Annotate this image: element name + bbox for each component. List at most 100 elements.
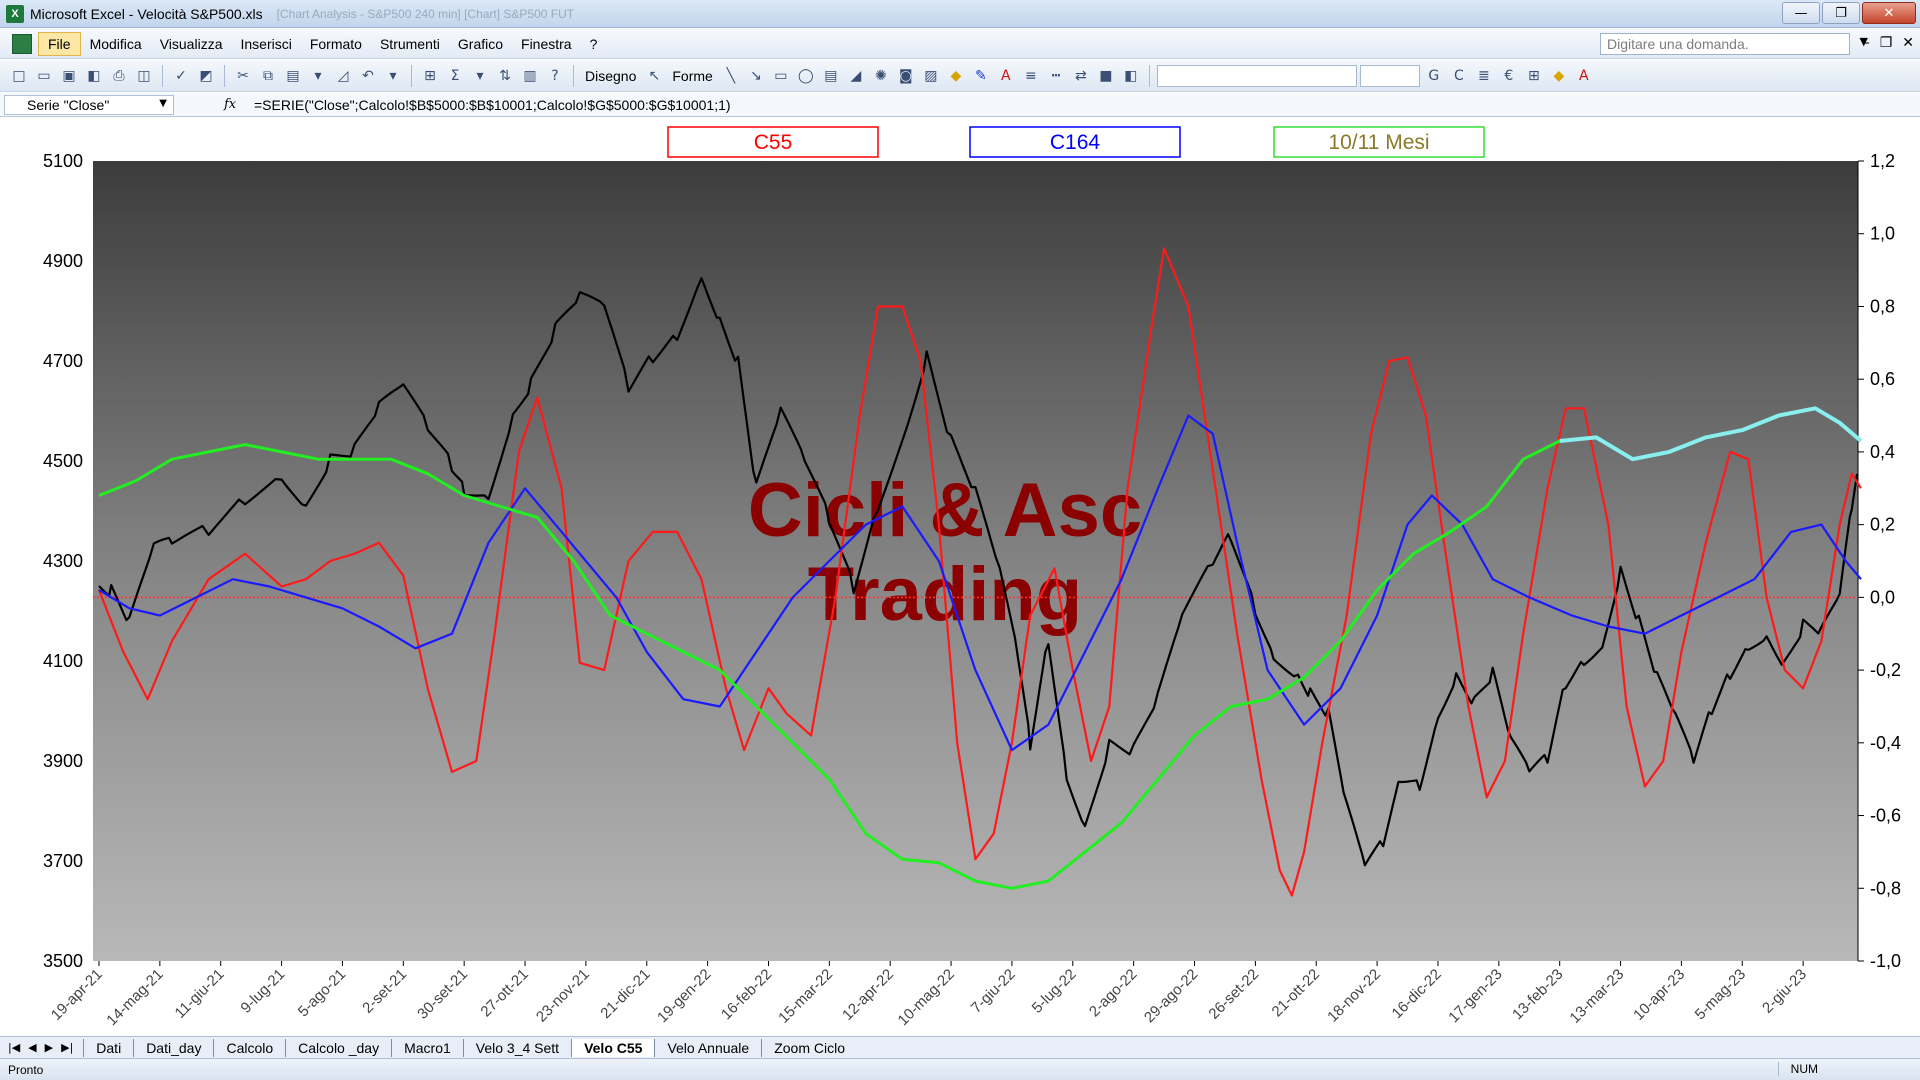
align-icon[interactable]: ≣: [1473, 65, 1495, 87]
paste-icon[interactable]: ▤: [282, 65, 304, 87]
print-icon[interactable]: ⎙: [108, 65, 130, 87]
font-name-combo[interactable]: [1156, 64, 1357, 87]
menu-visualizza[interactable]: Visualizza: [151, 33, 232, 55]
tab-next-button[interactable]: ▶: [45, 1041, 53, 1054]
x-tick-label: 15-mar-22: [775, 966, 836, 1027]
drawing-menu[interactable]: Disegno: [581, 68, 640, 84]
menu-file[interactable]: File: [38, 31, 81, 56]
tab-dati-day[interactable]: Dati_day: [133, 1038, 214, 1057]
clipart-icon[interactable]: ◙: [895, 65, 917, 87]
line-icon[interactable]: ╲: [720, 65, 742, 87]
status-text: Pronto: [8, 1062, 44, 1077]
menu-formato[interactable]: Formato: [301, 33, 371, 55]
doc-restore-button[interactable]: ❐: [1880, 35, 1893, 51]
tab-velo-c55[interactable]: Velo C55: [571, 1038, 655, 1057]
x-tick-label: 5-mag-23: [1692, 966, 1749, 1023]
y-left-tick-label: 3700: [43, 851, 83, 871]
tab-first-button[interactable]: |◀: [8, 1041, 20, 1054]
tab-last-button[interactable]: ▶|: [61, 1041, 73, 1054]
help-icon[interactable]: ?: [544, 65, 566, 87]
undo-dropdown-icon[interactable]: ▾: [382, 65, 404, 87]
insert-hyperlink-icon[interactable]: ⊞: [419, 65, 441, 87]
line-color-icon[interactable]: ✎: [970, 65, 992, 87]
y-left-tick-label: 4300: [43, 551, 83, 571]
oval-icon[interactable]: ◯: [795, 65, 817, 87]
undo-icon[interactable]: ↶: [357, 65, 379, 87]
menu-grafico[interactable]: Grafico: [449, 33, 512, 55]
y-left-tick-label: 4100: [43, 651, 83, 671]
line-style-icon[interactable]: ≡: [1020, 65, 1042, 87]
x-tick-label: 2-set-21: [359, 966, 410, 1017]
wordart-icon[interactable]: ◢: [845, 65, 867, 87]
y-right-tick-label: 0,4: [1870, 442, 1895, 462]
italic-icon[interactable]: C: [1448, 65, 1470, 87]
chart-svg[interactable]: 5100 4900 4700 4500 4300 4100 3900 3700 3500 1,2…: [0, 118, 1920, 1036]
tab-macro1[interactable]: Macro1: [391, 1038, 463, 1057]
window-ghost-text: [Chart Analysis - S&P500 240 min] [Chart…: [276, 6, 575, 21]
tab-prev-button[interactable]: ◀: [28, 1041, 36, 1054]
name-box-dropdown-icon[interactable]: ▼: [159, 98, 167, 109]
save-icon[interactable]: ▣: [58, 65, 80, 87]
fill-color-icon[interactable]: ◆: [945, 65, 967, 87]
format-painter-icon[interactable]: ◿: [332, 65, 354, 87]
diagram-icon[interactable]: ✺: [870, 65, 892, 87]
tab-velo-annuale[interactable]: Velo Annuale: [654, 1038, 762, 1057]
workbook-icon[interactable]: [12, 33, 32, 54]
chart-wizard-icon[interactable]: ▥: [519, 65, 541, 87]
paste-dropdown-icon[interactable]: ▾: [307, 65, 329, 87]
menu-inserisci[interactable]: Inserisci: [231, 33, 300, 55]
bold-icon[interactable]: G: [1423, 65, 1445, 87]
x-tick-label: 14-mag-21: [103, 966, 166, 1029]
minimize-button[interactable]: —: [1782, 2, 1820, 24]
arrow-icon[interactable]: ↘: [745, 65, 767, 87]
research-icon[interactable]: ◩: [195, 65, 217, 87]
font-color-2-icon[interactable]: A: [1573, 65, 1595, 87]
menu-finestra[interactable]: Finestra: [512, 33, 581, 55]
name-box[interactable]: Serie "Close" ▼: [4, 94, 174, 115]
x-tick-label: 7-giu-22: [968, 966, 1019, 1017]
borders-icon[interactable]: ⊞: [1523, 65, 1545, 87]
cut-icon[interactable]: ✂: [232, 65, 254, 87]
tab-velo-3-4-sett[interactable]: Velo 3_4 Sett: [462, 1038, 572, 1057]
open-icon[interactable]: ▭: [33, 65, 55, 87]
currency-icon[interactable]: €: [1498, 65, 1520, 87]
dash-style-icon[interactable]: ┅: [1045, 65, 1067, 87]
autoshapes-menu[interactable]: Forme: [668, 68, 716, 84]
chart-area[interactable]: 5100 4900 4700 4500 4300 4100 3900 3700 3500 1,2…: [0, 118, 1920, 1036]
menu-help[interactable]: ?: [581, 33, 607, 55]
autosum-dropdown-icon[interactable]: ▾: [469, 65, 491, 87]
picture-icon[interactable]: ▨: [920, 65, 942, 87]
select-objects-icon[interactable]: ↖: [643, 65, 665, 87]
doc-minimize-button[interactable]: –: [1863, 35, 1870, 51]
highlight-icon[interactable]: ◆: [1548, 65, 1570, 87]
3d-icon[interactable]: ◧: [1120, 65, 1142, 87]
sort-icon[interactable]: ⇅: [494, 65, 516, 87]
y-right-tick-label: 0,6: [1870, 369, 1895, 389]
fx-icon[interactable]: fx: [224, 97, 244, 112]
menu-strumenti[interactable]: Strumenti: [371, 33, 449, 55]
permission-icon[interactable]: ◧: [83, 65, 105, 87]
font-size-combo[interactable]: [1359, 64, 1420, 87]
font-color-icon[interactable]: A: [995, 65, 1017, 87]
tab-calcolo-day[interactable]: Calcolo _day: [285, 1038, 392, 1057]
new-icon[interactable]: □: [8, 65, 30, 87]
menu-modifica[interactable]: Modifica: [81, 33, 151, 55]
x-tick-label: 12-apr-22: [839, 966, 897, 1024]
maximize-button[interactable]: ❐: [1822, 2, 1860, 24]
doc-close-button[interactable]: ✕: [1902, 35, 1914, 51]
tab-dati[interactable]: Dati: [83, 1038, 134, 1057]
spelling-icon[interactable]: ✓: [170, 65, 192, 87]
shadow-icon[interactable]: ■: [1095, 65, 1117, 87]
formula-content[interactable]: =SERIE("Close";Calcolo!$B$5000:$B$10001;…: [254, 97, 731, 113]
print-preview-icon[interactable]: ◫: [133, 65, 155, 87]
arrow-style-icon[interactable]: ⇄: [1070, 65, 1092, 87]
rectangle-icon[interactable]: ▭: [770, 65, 792, 87]
autosum-icon[interactable]: Σ: [444, 65, 466, 87]
copy-icon[interactable]: ⧉: [257, 65, 279, 87]
x-tick-label: 19-apr-21: [48, 966, 106, 1024]
tab-calcolo[interactable]: Calcolo: [213, 1038, 286, 1057]
help-search-input[interactable]: Digitare una domanda.: [1600, 33, 1850, 55]
close-button[interactable]: ✕: [1862, 2, 1916, 24]
tab-zoom-ciclo[interactable]: Zoom Ciclo: [761, 1038, 857, 1057]
textbox-icon[interactable]: ▤: [820, 65, 842, 87]
